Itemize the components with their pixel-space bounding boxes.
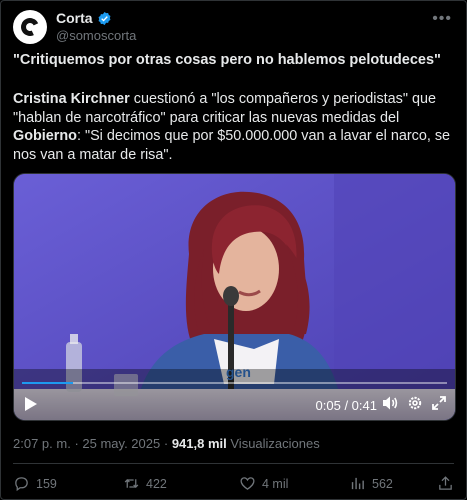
video-progress-track[interactable] bbox=[22, 382, 447, 384]
views-bar-icon bbox=[351, 477, 364, 490]
body-part-3: : "Si decimos que por $50.000.000 van a … bbox=[13, 128, 451, 163]
post-meta: 2:07 p. m. · 25 may. 2025 · 941,8 mil Vi… bbox=[13, 436, 320, 451]
repost-icon bbox=[124, 479, 139, 488]
post-body: Cristina Kirchner cuestionó a "los compa… bbox=[13, 90, 454, 164]
meta-separator: · bbox=[74, 436, 79, 451]
fullscreen-icon[interactable] bbox=[431, 395, 447, 411]
bookmark-button[interactable]: 562 bbox=[349, 475, 393, 492]
post-headline: "Critiquemos por otras cosas pero no hab… bbox=[13, 52, 441, 68]
settings-icon[interactable] bbox=[407, 395, 423, 411]
post-time[interactable]: 2:07 p. m. bbox=[13, 436, 71, 451]
repost-button[interactable]: 422 bbox=[123, 475, 167, 492]
reply-button[interactable]: 159 bbox=[13, 475, 57, 492]
like-button[interactable]: 4 mil bbox=[239, 475, 288, 492]
reply-icon bbox=[15, 477, 28, 492]
name-row: Corta bbox=[56, 10, 112, 26]
share-icon bbox=[439, 476, 452, 490]
play-icon[interactable] bbox=[24, 396, 38, 412]
bookmark-count: 562 bbox=[372, 476, 393, 491]
post-header: Corta @somoscorta ••• bbox=[13, 8, 454, 44]
verified-badge-icon bbox=[98, 11, 110, 25]
video-player[interactable]: gen 0:05 / 0:41 bbox=[13, 173, 456, 421]
divider bbox=[13, 463, 454, 464]
avatar[interactable] bbox=[13, 10, 47, 44]
heart-icon bbox=[240, 477, 255, 490]
share-button[interactable] bbox=[437, 475, 454, 492]
post-date[interactable]: 25 may. 2025 bbox=[82, 436, 160, 451]
corta-logo-icon bbox=[18, 15, 42, 39]
account-name[interactable]: Corta bbox=[56, 10, 93, 26]
repost-count: 422 bbox=[146, 476, 167, 491]
video-progress-fill bbox=[22, 382, 73, 384]
video-time: 0:05 / 0:41 bbox=[315, 398, 377, 413]
account-handle[interactable]: @somoscorta bbox=[56, 28, 136, 43]
views-count: 941,8 mil bbox=[171, 436, 227, 451]
reply-count: 159 bbox=[36, 476, 57, 491]
like-count: 4 mil bbox=[262, 476, 289, 491]
body-part-gobierno: Gobierno bbox=[13, 128, 77, 144]
more-options-icon[interactable]: ••• bbox=[432, 10, 452, 28]
body-part-name: Cristina Kirchner bbox=[13, 91, 130, 107]
post-card: Corta @somoscorta ••• "Critiquemos por o… bbox=[0, 0, 467, 500]
meta-separator-2: · bbox=[163, 436, 169, 451]
views-label: Visualizaciones bbox=[230, 436, 320, 451]
action-bar: 159 422 4 mil 562 bbox=[13, 475, 454, 495]
volume-icon[interactable] bbox=[382, 395, 399, 411]
